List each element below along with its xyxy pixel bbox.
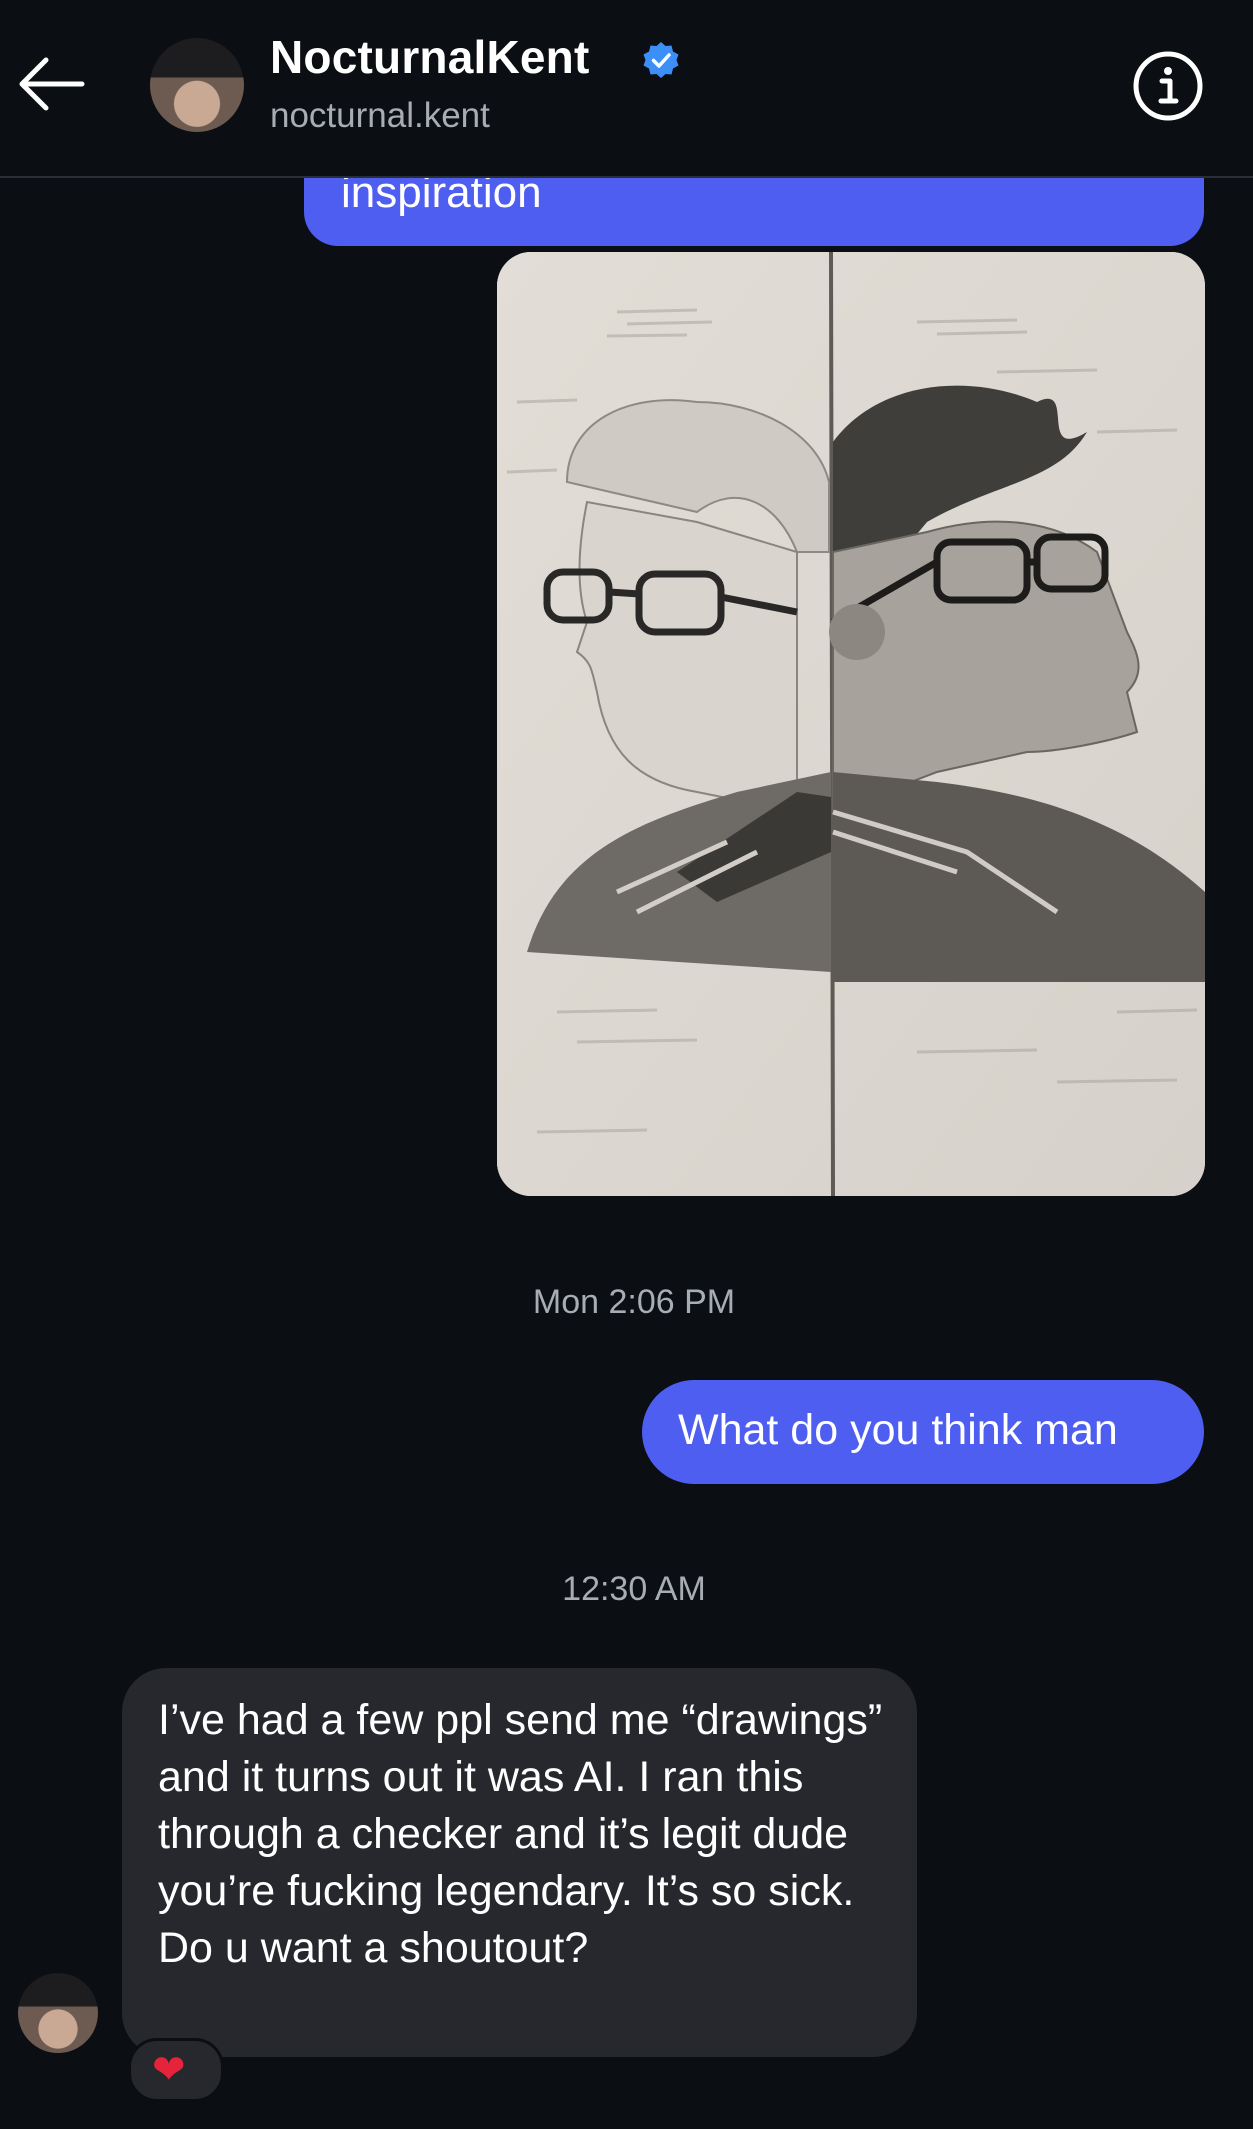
back-button[interactable] [14,52,88,116]
message-reaction[interactable]: ❤ [128,2038,224,2102]
display-name[interactable]: NocturnalKent [270,30,590,84]
sent-image-sketch[interactable] [497,252,1205,1196]
info-icon [1133,51,1203,121]
verified-badge-icon [643,42,679,78]
received-message-bubble[interactable]: I’ve had a few ppl send me “drawings” an… [122,1668,917,2057]
avatar[interactable] [150,38,244,132]
timestamp: 12:30 AM [562,1570,706,1608]
handle: nocturnal.kent [270,96,490,135]
sketch-drawing [497,252,1205,1196]
sent-message-bubble[interactable]: What do you think man [642,1380,1204,1484]
timestamp: Mon 2:06 PM [532,1283,736,1321]
back-arrow-icon [19,57,85,111]
message-text: I’ve had a few ppl send me “drawings” an… [158,1696,883,1972]
heart-reaction-icon: ❤ [152,2048,186,2092]
sender-avatar[interactable] [18,1973,98,2053]
info-button[interactable] [1132,50,1204,122]
message-text: What do you think man [678,1406,1118,1454]
chat-header: NocturnalKent nocturnal.kent [0,0,1253,178]
